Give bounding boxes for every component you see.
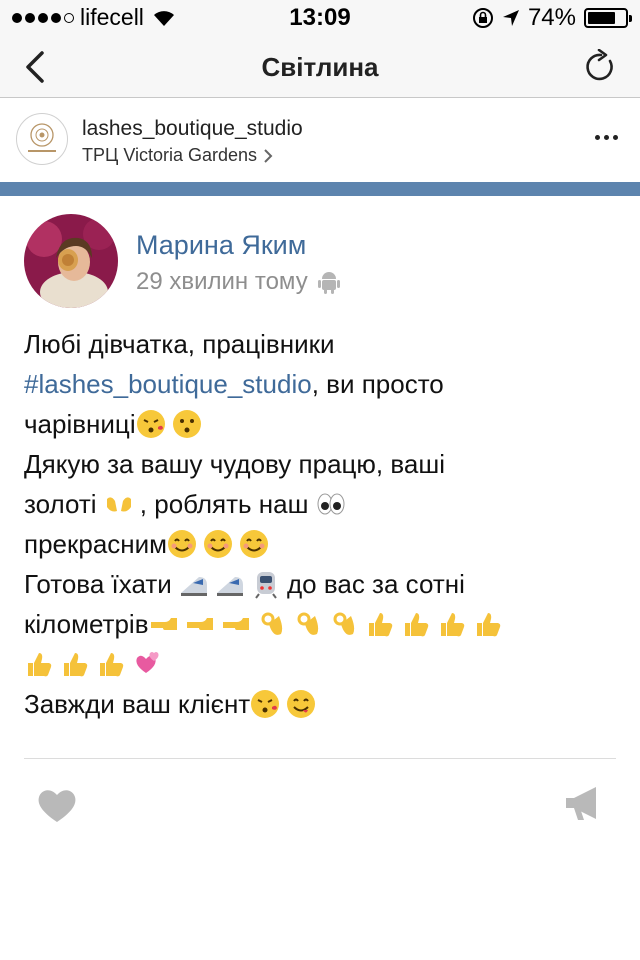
- thumbs-up-icon: [64, 653, 88, 677]
- navigation-bar: Світлина: [0, 36, 640, 98]
- studio-logo-icon: [28, 123, 56, 152]
- lock-rotation-icon: [472, 8, 493, 28]
- post-time: 29 хвилин тому: [136, 268, 340, 296]
- megaphone-icon[interactable]: [564, 784, 604, 824]
- battery-percent: 74%: [527, 4, 576, 31]
- pointing-left-icon: [222, 618, 249, 630]
- chevron-right-icon: [264, 148, 273, 163]
- author-name: Марина Яким: [136, 230, 307, 260]
- kissing-face-icon: [172, 410, 201, 438]
- post-photo[interactable]: Марина Яким 29 хвилин тому Любі дівчатка…: [0, 196, 640, 960]
- text-line: [24, 644, 624, 684]
- thumbs-up-icon: [440, 613, 464, 637]
- comment-text: Любі дівчатка, працівники #lashes_boutiq…: [24, 324, 624, 724]
- refresh-icon[interactable]: [584, 49, 618, 85]
- text-line: кілометрів: [24, 604, 624, 644]
- thumbs-up-icon: [28, 653, 52, 677]
- pointing-left-icon: [186, 618, 213, 630]
- more-dots-icon[interactable]: [595, 135, 618, 140]
- thumbs-up-icon: [100, 653, 124, 677]
- smile-emoji-icon: [168, 530, 197, 558]
- post-header: lashes_boutique_studio ТРЦ Victoria Gard…: [0, 99, 640, 182]
- bullet-train-icon: [180, 577, 207, 596]
- divider: [24, 758, 616, 759]
- location-label: ТРЦ Victoria Gardens: [82, 145, 258, 165]
- smile-emoji-icon: [204, 530, 233, 558]
- location-arrow-icon: [502, 10, 519, 26]
- android-icon: [317, 272, 340, 294]
- studio-avatar[interactable]: [16, 113, 68, 165]
- open-hands-icon: [106, 497, 131, 512]
- two-hearts-icon: [136, 652, 159, 673]
- ok-hand-icon: [333, 612, 354, 635]
- thumbs-up-icon: [404, 613, 428, 637]
- kiss-emoji-icon: [136, 410, 165, 438]
- text-line: золоті , роблять наш: [24, 484, 624, 524]
- battery-icon: [584, 8, 632, 28]
- ok-hand-icon: [297, 612, 318, 635]
- text-line: прекрасним: [24, 524, 624, 564]
- text-line: Готова їхати до вас за сотні: [24, 569, 465, 599]
- text-line: Любі дівчатка, працівники: [24, 329, 335, 359]
- text-line: чарівниці: [24, 404, 624, 444]
- train-front-icon: [255, 572, 277, 599]
- thumbs-up-icon: [476, 613, 500, 637]
- text-line: Дякую за вашу чудову працю, ваші: [24, 449, 445, 479]
- page-title: Світлина: [261, 52, 379, 82]
- author-avatar: [24, 214, 118, 308]
- yum-emoji-icon: [287, 690, 316, 718]
- eyes-icon: [317, 493, 345, 515]
- hashtag-link[interactable]: #lashes_boutique_studio: [24, 369, 312, 399]
- smile-emoji-icon: [240, 530, 269, 558]
- text-line: #lashes_boutique_studio, ви просто: [24, 369, 444, 399]
- kiss-emoji-icon: [251, 690, 280, 718]
- account-name[interactable]: lashes_boutique_studio: [82, 117, 303, 141]
- pointing-left-icon: [150, 618, 177, 630]
- bullet-train-icon: [216, 577, 243, 596]
- ok-hand-icon: [261, 612, 282, 635]
- heart-icon[interactable]: [36, 786, 78, 824]
- time-label: 29 хвилин тому: [136, 268, 308, 295]
- status-right: 74%: [472, 4, 632, 32]
- text-line: Завжди ваш клієнт: [24, 684, 624, 724]
- thumbs-up-icon: [368, 613, 392, 637]
- location-link[interactable]: ТРЦ Victoria Gardens: [82, 145, 273, 166]
- battery-fill: [588, 12, 615, 24]
- status-bar: lifecell 13:09 74%: [0, 0, 640, 36]
- photo-top-band: [0, 182, 640, 196]
